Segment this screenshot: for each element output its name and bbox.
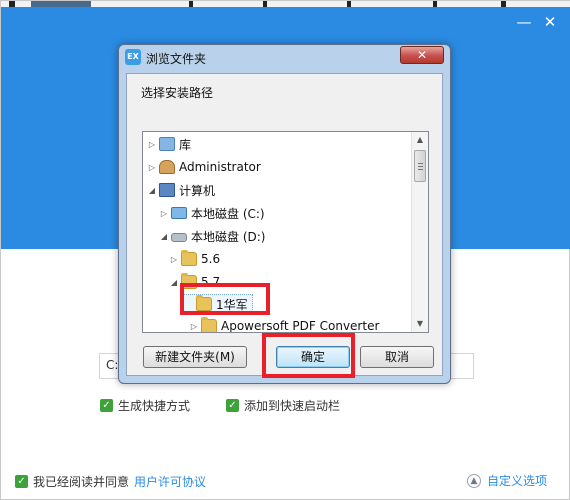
tree-item-label: 本地磁盘 (D:)	[191, 229, 266, 244]
tree-item-drive-c[interactable]: ▷ 本地磁盘 (C:)	[159, 203, 265, 223]
checkmark-icon: ✓	[226, 399, 239, 412]
folder-icon	[181, 250, 197, 266]
expand-arrow-icon[interactable]: ▷	[169, 255, 179, 264]
scroll-down-icon[interactable]: ▼	[412, 316, 428, 332]
drive-icon	[171, 207, 187, 219]
tree-item-label: 1华军	[216, 297, 248, 312]
expand-arrow-icon[interactable]: ▷	[147, 163, 157, 172]
expand-arrow-icon[interactable]: ▷	[189, 322, 199, 331]
library-icon	[159, 137, 175, 151]
quick-launch-checkbox[interactable]: ✓ 添加到快速启动栏	[226, 397, 340, 414]
drive-icon	[171, 233, 187, 242]
thumb-grip	[418, 163, 423, 164]
tree-item-computer[interactable]: ◢ 计算机	[147, 180, 215, 200]
dialog-client: 选择安装路径 ▷ 库 ▷ Administrator ◢ 计算机 ▷ 本地磁盘 …	[126, 73, 443, 376]
agree-text: 我已经阅读并同意	[33, 475, 130, 489]
vertical-scrollbar[interactable]: ▲ ▼	[411, 132, 428, 332]
checkmark-icon: ✓	[15, 475, 28, 488]
collapse-arrow-icon[interactable]: ◢	[147, 186, 157, 195]
tree-item-apowersoft[interactable]: ▷ Apowersoft PDF Converter	[189, 316, 380, 333]
tree-item-label: Apowersoft PDF Converter	[221, 319, 380, 333]
cancel-button[interactable]: 取消	[360, 346, 434, 368]
expand-arrow-icon[interactable]: ▷	[147, 140, 157, 149]
tree-item-library[interactable]: ▷ 库	[147, 134, 191, 154]
strip-mark	[263, 1, 267, 7]
strip-mark	[433, 1, 437, 7]
minimize-button[interactable]: —	[515, 13, 533, 31]
tree-item-label: 计算机	[179, 183, 216, 198]
app-icon: EX	[125, 49, 141, 65]
tree-item-label: 5.6	[201, 252, 221, 266]
new-folder-button[interactable]: 新建文件夹(M)	[143, 346, 247, 368]
dialog-titlebar[interactable]: EX 浏览文件夹 ✕	[119, 45, 450, 69]
dialog-prompt: 选择安装路径	[141, 86, 214, 100]
collapse-arrow-icon[interactable]: ◢	[169, 278, 179, 287]
checkbox-label: 生成快捷方式	[118, 399, 191, 413]
thumb-grip	[418, 166, 423, 167]
scroll-thumb[interactable]	[414, 150, 426, 182]
strip-mark	[501, 1, 506, 7]
dialog-title: 浏览文件夹	[146, 52, 207, 66]
custom-options-link[interactable]: ▲ 自定义选项	[466, 472, 547, 489]
scroll-up-icon[interactable]: ▲	[412, 132, 428, 148]
user-folder-icon	[159, 160, 175, 174]
tree-item-label: 5.7	[201, 275, 221, 289]
strip-mark	[31, 1, 91, 7]
header-strip	[1, 1, 570, 7]
folder-tree[interactable]: ▷ 库 ▷ Administrator ◢ 计算机 ▷ 本地磁盘 (C:) ◢	[142, 131, 429, 333]
checkmark-icon: ✓	[100, 399, 113, 412]
ok-button[interactable]: 确定	[276, 346, 350, 368]
tree-item-administrator[interactable]: ▷ Administrator	[147, 157, 261, 177]
tree-item-drive-d[interactable]: ◢ 本地磁盘 (D:)	[159, 226, 266, 246]
custom-options-label: 自定义选项	[486, 474, 547, 488]
folder-icon	[181, 273, 197, 289]
expand-arrow-icon[interactable]: ▷	[159, 209, 169, 218]
tree-item-huajun-selected[interactable]: 1华军	[183, 294, 253, 314]
installer-close-button[interactable]: ✕	[541, 13, 559, 31]
folder-icon	[196, 295, 212, 311]
thumb-grip	[418, 169, 423, 170]
strip-mark	[9, 1, 15, 7]
create-shortcut-checkbox[interactable]: ✓ 生成快捷方式	[100, 397, 190, 414]
tree-item-label: 本地磁盘 (C:)	[191, 206, 265, 221]
agree-checkbox[interactable]: ✓ 我已经阅读并同意 用户许可协议	[15, 473, 206, 490]
tree-item-5-7[interactable]: ◢ 5.7	[169, 272, 220, 292]
strip-mark	[189, 1, 193, 7]
folder-icon	[201, 317, 217, 332]
strip-mark	[347, 1, 351, 7]
collapse-arrow-icon[interactable]: ◢	[159, 232, 169, 241]
chevron-up-icon: ▲	[466, 473, 481, 488]
computer-icon	[159, 183, 175, 197]
checkbox-label: 添加到快速启动栏	[244, 399, 341, 413]
dialog-close-button[interactable]: ✕	[400, 46, 444, 64]
tree-item-5-6[interactable]: ▷ 5.6	[169, 249, 220, 269]
license-link[interactable]: 用户许可协议	[134, 473, 206, 490]
tree-item-label: Administrator	[179, 160, 261, 174]
browse-folder-dialog: EX 浏览文件夹 ✕ 选择安装路径 ▷ 库 ▷ Administrator ◢ …	[118, 44, 451, 384]
tree-item-label: 库	[179, 137, 192, 152]
